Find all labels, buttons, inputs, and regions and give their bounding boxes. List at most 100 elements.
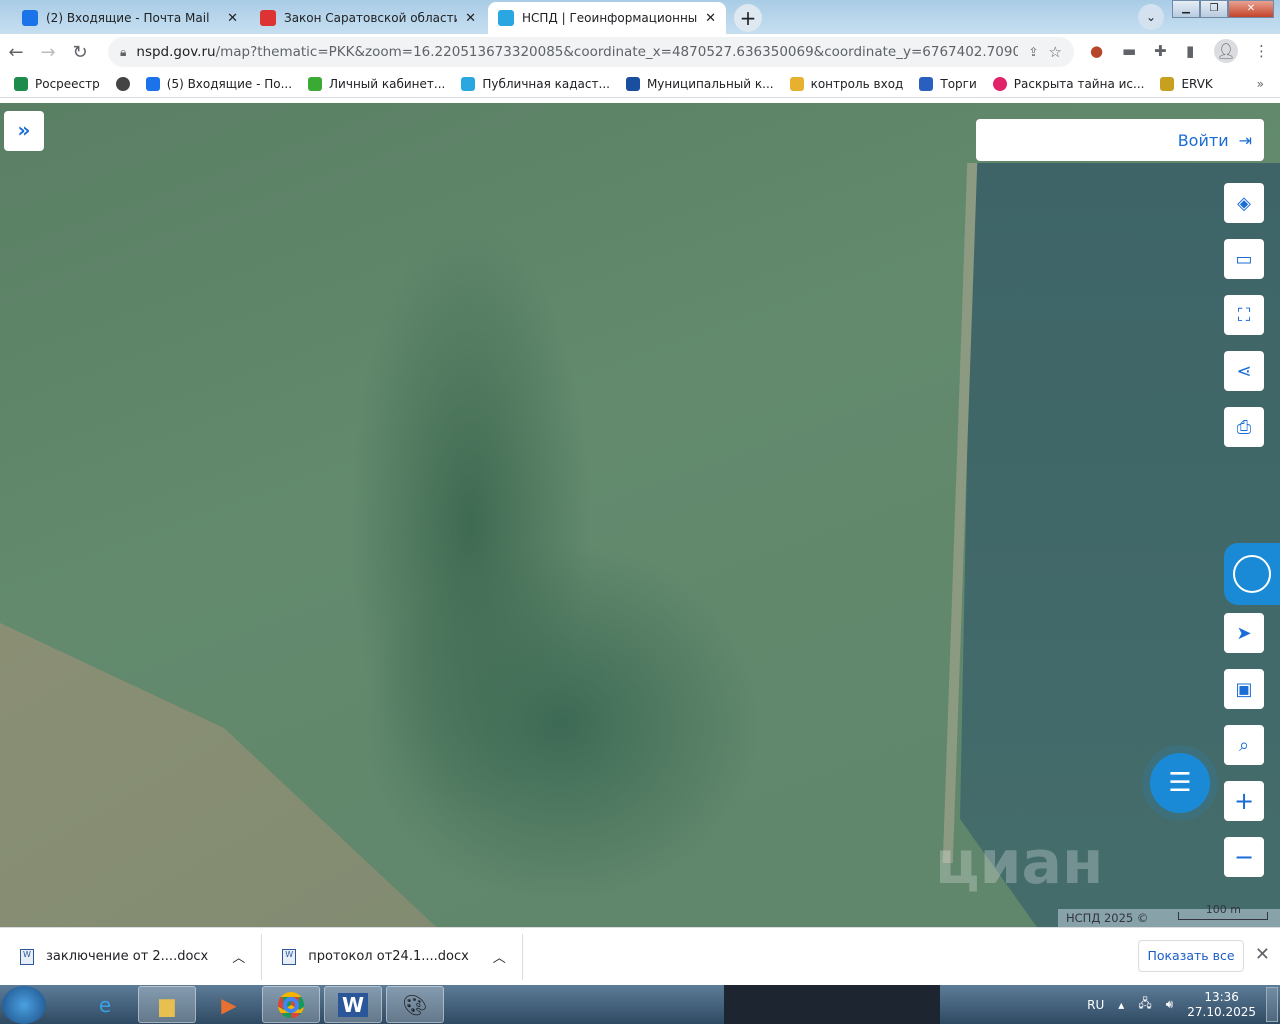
zoom-in-button[interactable]: + bbox=[1224, 781, 1264, 821]
tab-strip: (2) Входящие - Почта Mail ✕ Закон Сарато… bbox=[0, 0, 1280, 34]
more-bookmarks-icon[interactable]: » bbox=[1257, 77, 1264, 91]
bookmark-label: контроль вход bbox=[810, 76, 904, 91]
chrome-taskbar-icon[interactable] bbox=[262, 986, 320, 1023]
map-field bbox=[0, 623, 560, 927]
bookmark-icon bbox=[1160, 76, 1175, 91]
network-icon[interactable]: 🖧︎ bbox=[1138, 994, 1151, 1015]
clock[interactable]: 13:36 27.10.2025 bbox=[1187, 990, 1256, 1020]
window-close-button[interactable]: ✕ bbox=[1228, 0, 1274, 18]
bookmark-label: Личный кабинет... bbox=[329, 76, 446, 91]
new-tab-button[interactable]: + bbox=[734, 4, 762, 32]
tab-nspd[interactable]: НСПД | Геоинформационный по ✕ bbox=[488, 2, 726, 34]
bookmark[interactable]: Росреестр bbox=[14, 76, 100, 91]
close-tab-icon[interactable]: ✕ bbox=[227, 11, 238, 26]
tab-mail[interactable]: (2) Входящие - Почта Mail ✕ bbox=[12, 2, 248, 34]
nspd-icon bbox=[498, 10, 514, 26]
paint-taskbar-icon[interactable]: 🎨︎ bbox=[386, 986, 444, 1023]
minimap-button[interactable]: ▣ bbox=[1224, 669, 1264, 709]
extension-icon[interactable]: ● bbox=[1090, 42, 1103, 60]
scale-bar: 100 m bbox=[1178, 904, 1269, 920]
word-doc-icon: W bbox=[282, 948, 297, 965]
map-attribution: НСПД 2025 © 100 m bbox=[1058, 904, 1280, 927]
tab-search-button[interactable]: ⌄ bbox=[1138, 4, 1164, 30]
login-button[interactable]: Войти ⇥ bbox=[976, 119, 1264, 161]
tab-law[interactable]: Закон Саратовской области от 3 ✕ bbox=[250, 2, 486, 34]
bookmark[interactable]: Торги bbox=[919, 76, 977, 91]
tab-title: НСПД | Геоинформационный по bbox=[522, 11, 698, 25]
download-item[interactable]: Wзаключение от 2....docx ︿ bbox=[0, 933, 263, 980]
bookmark-icon bbox=[145, 76, 160, 91]
bookmark[interactable]: контроль вход bbox=[789, 76, 904, 91]
chat-button[interactable]: ☰ bbox=[1150, 753, 1210, 813]
chat-icon: ☰ bbox=[1168, 768, 1192, 798]
tab-title: (2) Входящие - Почта Mail bbox=[46, 11, 210, 25]
area-search-button[interactable]: ⛶ bbox=[1224, 295, 1264, 335]
zoom-out-button[interactable]: − bbox=[1224, 837, 1264, 877]
volume-icon[interactable]: 🔊︎ bbox=[1166, 997, 1174, 1012]
bookmark[interactable] bbox=[115, 76, 130, 91]
bookmark[interactable]: ERVK bbox=[1160, 76, 1213, 91]
share-icon[interactable]: ⇪ bbox=[1028, 45, 1038, 59]
time: 13:36 bbox=[1204, 989, 1239, 1004]
word-taskbar-icon[interactable]: W bbox=[324, 986, 382, 1023]
print-button[interactable]: ⎙ bbox=[1224, 407, 1264, 447]
bookmark[interactable]: Раскрыта тайна ис... bbox=[992, 76, 1144, 91]
close-tab-icon[interactable]: ✕ bbox=[705, 11, 716, 26]
ruler-button[interactable]: ▭ bbox=[1224, 239, 1264, 279]
browser-toolbar: ← → ↻ 🔒︎ nspd.gov.ru/map?thematic=PKK&zo… bbox=[0, 34, 1280, 70]
watermark: циан bbox=[935, 828, 1104, 898]
tray-expand-icon[interactable]: ▴ bbox=[1118, 998, 1124, 1012]
reload-button[interactable]: ↻ bbox=[64, 42, 96, 63]
flag-icon bbox=[260, 10, 276, 26]
show-desktop-button[interactable] bbox=[1266, 987, 1278, 1022]
bookmark[interactable]: Муниципальный к... bbox=[625, 76, 774, 91]
puzzle-icon[interactable]: ✚ bbox=[1154, 42, 1167, 60]
profile-avatar[interactable]: 👤︎ bbox=[1214, 39, 1238, 63]
bookmark-icon bbox=[625, 76, 640, 91]
address-bar[interactable]: 🔒︎ nspd.gov.ru/map?thematic=PKK&zoom=16.… bbox=[108, 37, 1074, 67]
side-panel-icon[interactable]: ▮ bbox=[1186, 42, 1194, 60]
bookmark-icon bbox=[461, 76, 476, 91]
chevron-up-icon[interactable]: ︿ bbox=[493, 947, 506, 966]
back-button[interactable]: ← bbox=[0, 42, 32, 63]
bookmark[interactable]: Личный кабинет... bbox=[308, 76, 446, 91]
assistant-button[interactable] bbox=[1224, 543, 1280, 605]
star-icon[interactable]: ☆ bbox=[1049, 43, 1062, 61]
url-host: nspd.gov.ru bbox=[136, 44, 216, 60]
zoom-in-icon: + bbox=[1233, 787, 1255, 815]
close-downloads-icon[interactable]: ✕ bbox=[1255, 944, 1270, 965]
geo-search-button[interactable]: ⌕ bbox=[1224, 725, 1264, 765]
forward-button[interactable]: → bbox=[32, 42, 64, 63]
close-tab-icon[interactable]: ✕ bbox=[465, 11, 476, 26]
locate-button[interactable]: ➤ bbox=[1224, 613, 1264, 653]
expand-panel-button[interactable]: » bbox=[4, 111, 44, 151]
locate-icon: ➤ bbox=[1236, 622, 1252, 644]
chevron-up-icon[interactable]: ︿ bbox=[232, 947, 245, 966]
bookmark-icon bbox=[14, 76, 28, 91]
bookmark-label: Торги bbox=[940, 76, 977, 91]
share-button[interactable]: ⋖ bbox=[1224, 351, 1264, 391]
bookmark[interactable]: (5) Входящие - По... bbox=[145, 76, 292, 91]
bookmark-label: Росреестр bbox=[35, 76, 100, 91]
bookmark-icon bbox=[992, 76, 1007, 91]
share-icon: ⋖ bbox=[1236, 360, 1252, 382]
map-canvas[interactable]: » Войти ⇥ ◈ ▭ ⛶ ⋖ ⎙ ➤ ▣ ⌕ + − ☰ циан НСПД… bbox=[0, 103, 1280, 927]
bookmark[interactable]: Публичная кадаст... bbox=[461, 76, 610, 91]
download-item[interactable]: Wпротокол от24.1....docx ︿ bbox=[262, 933, 523, 980]
download-filename: протокол от24.1....docx bbox=[308, 949, 469, 964]
media-taskbar-icon[interactable]: ▶ bbox=[200, 986, 258, 1023]
start-button[interactable] bbox=[2, 986, 46, 1024]
ie-taskbar-icon[interactable]: e bbox=[76, 986, 134, 1023]
minimize-button[interactable]: ▁ bbox=[1172, 0, 1200, 18]
show-all-button[interactable]: Показать все bbox=[1138, 940, 1244, 972]
menu-icon[interactable]: ⋮ bbox=[1254, 42, 1269, 60]
explorer-taskbar-icon[interactable]: ▆ bbox=[138, 986, 196, 1023]
downloads-bar: Wзаключение от 2....docx ︿ Wпротокол от24… bbox=[0, 927, 1280, 985]
extension-icon[interactable]: ▬ bbox=[1122, 42, 1136, 60]
layers-button[interactable]: ◈ bbox=[1224, 183, 1264, 223]
bookmarks-bar: Росреестр (5) Входящие - По... Личный ка… bbox=[0, 70, 1280, 98]
maximize-button[interactable]: ❐ bbox=[1200, 0, 1228, 18]
bookmark-icon bbox=[789, 76, 804, 91]
language-indicator[interactable]: RU bbox=[1087, 998, 1104, 1012]
date: 27.10.2025 bbox=[1187, 1004, 1256, 1019]
